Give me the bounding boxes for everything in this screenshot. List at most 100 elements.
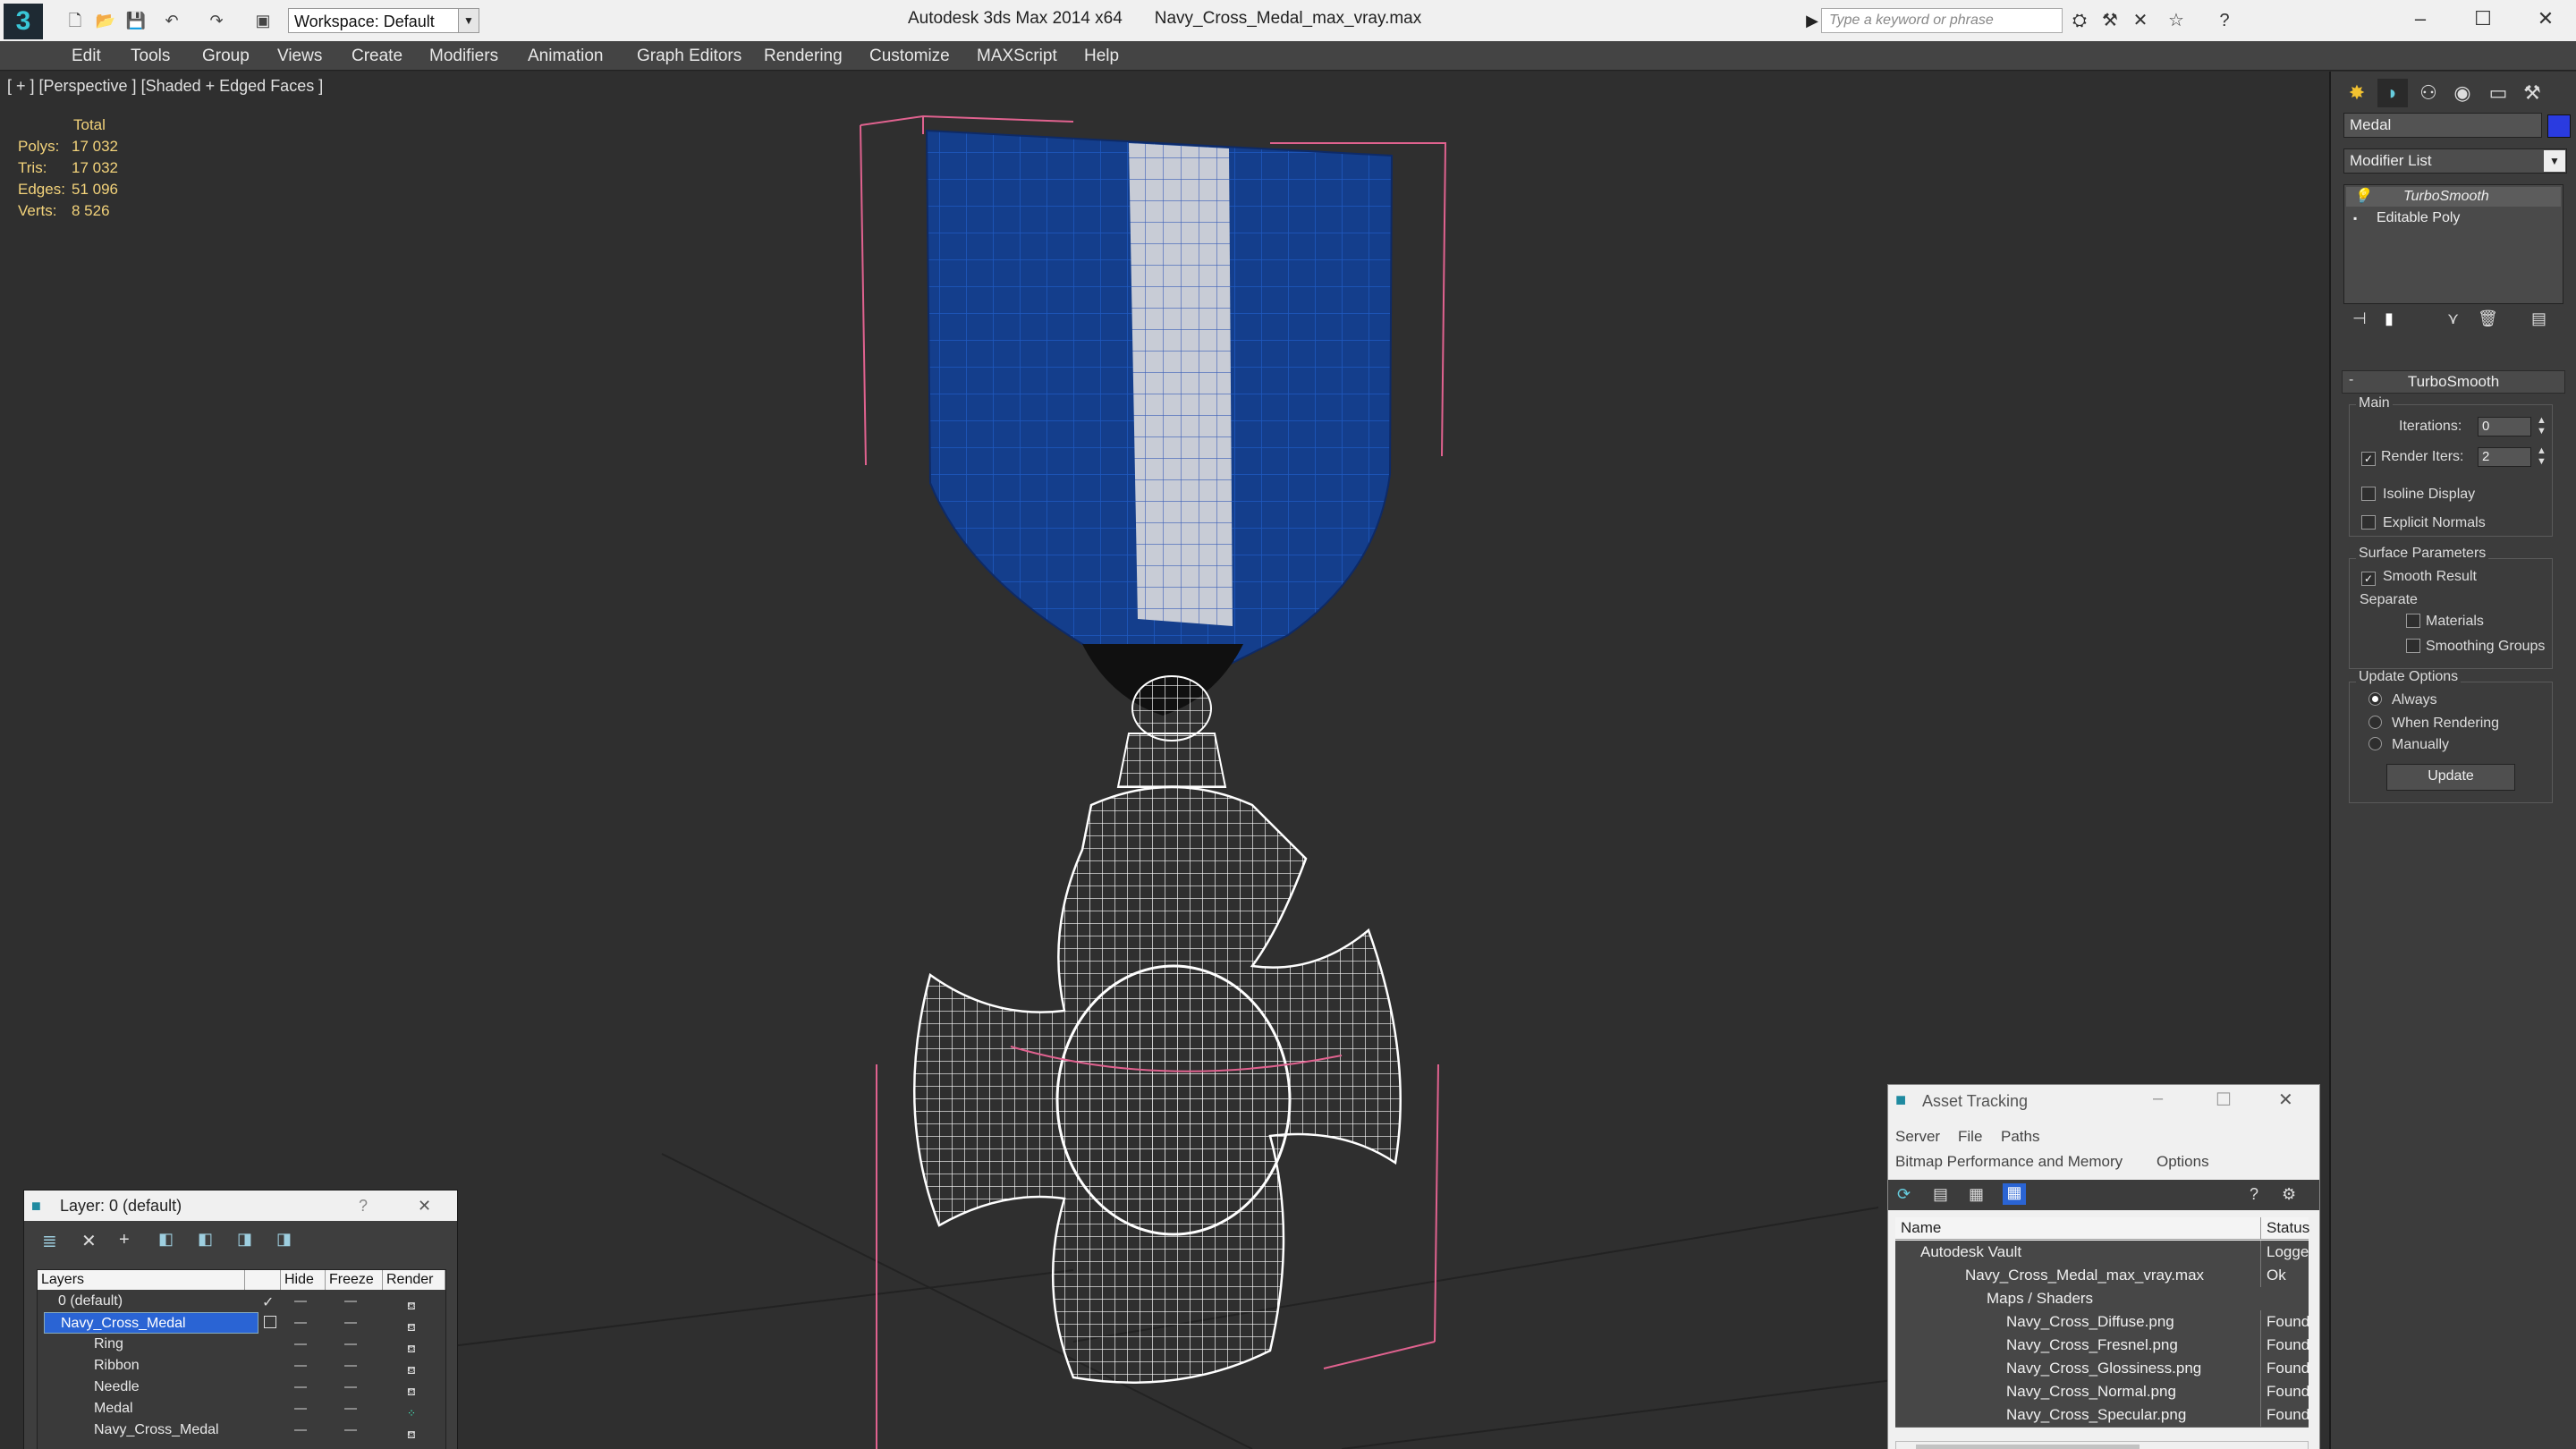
pin-stack-icon[interactable]: ⊣	[2352, 309, 2367, 328]
add-selection-icon[interactable]: +	[119, 1230, 133, 1250]
teapot-icon[interactable]: ⛾	[407, 1360, 421, 1377]
stack-item-editable-poly[interactable]: ▪ Editable Poly	[2346, 208, 2561, 228]
materials-checkbox[interactable]	[2406, 614, 2428, 631]
col-layers[interactable]: Layers	[38, 1270, 245, 1290]
col-status[interactable]: Status	[2260, 1217, 2309, 1239]
layer-row[interactable]: Medal ⁘	[38, 1398, 439, 1419]
asset-menu-options[interactable]: Options	[2157, 1153, 2209, 1171]
menu-create[interactable]: Create	[352, 47, 402, 66]
teapot-icon[interactable]: ⛾	[407, 1381, 421, 1398]
layer-row[interactable]: Needle ⛾	[38, 1377, 439, 1398]
help-icon[interactable]: ?	[2250, 1185, 2258, 1204]
turbosmooth-rollout-title[interactable]: TurboSmooth	[2342, 370, 2565, 394]
render-iters-checkbox[interactable]: ✓	[2361, 449, 2383, 466]
expand-icon[interactable]: ▪	[2353, 208, 2357, 228]
when-rendering-radio[interactable]	[2368, 716, 2389, 732]
menu-animation[interactable]: Animation	[528, 47, 604, 66]
show-end-result-icon[interactable]: ▮	[2385, 309, 2394, 328]
asset-scrollbar[interactable]	[1895, 1441, 2309, 1449]
col-hide[interactable]: Hide	[281, 1270, 326, 1290]
settings-icon[interactable]: ⚙	[2282, 1185, 2296, 1204]
grid-view-icon[interactable]: ▦	[2003, 1183, 2026, 1205]
hide-all-icon[interactable]: ◨	[237, 1230, 252, 1248]
app-logo-icon[interactable]: 3	[4, 4, 43, 39]
menu-edit[interactable]: Edit	[72, 47, 101, 66]
minimize-icon[interactable]: –	[2402, 5, 2438, 32]
iterations-spinner[interactable]: 0	[2478, 417, 2531, 436]
asset-row[interactable]: Maps / Shaders	[1895, 1287, 2309, 1311]
chevron-down-icon[interactable]: ▼	[2544, 150, 2565, 172]
close-icon[interactable]: ✕	[2278, 1089, 2293, 1111]
asset-row[interactable]: Navy_Cross_Glossiness.png Found	[1895, 1357, 2309, 1381]
asset-menu-server[interactable]: Server	[1895, 1128, 1940, 1146]
open-file-icon[interactable]: 📂	[95, 11, 116, 30]
layer-explorer-dialog[interactable]: ■ Layer: 0 (default) ? ✕ ≣ ✕ + ◧ ◧ ◨ ◨ L…	[23, 1190, 458, 1449]
chevron-down-icon[interactable]: ▼	[458, 8, 479, 33]
smooth-result-checkbox[interactable]: ✓	[2361, 569, 2383, 586]
refresh-icon[interactable]: ⟳	[1897, 1185, 1911, 1204]
motion-tab-icon[interactable]: ◉	[2447, 79, 2478, 107]
undo-icon[interactable]: ↶	[161, 11, 182, 30]
close-icon[interactable]: ✕	[2528, 5, 2563, 32]
menu-views[interactable]: Views	[277, 47, 322, 66]
communication-icon[interactable]: ✕	[2129, 10, 2152, 31]
redo-icon[interactable]: ↷	[206, 11, 227, 30]
spinner-arrows-icon[interactable]: ▲ ▼	[2537, 445, 2546, 467]
asset-menu-file[interactable]: File	[1958, 1128, 1982, 1146]
asset-row[interactable]: Navy_Cross_Fresnel.png Found	[1895, 1334, 2309, 1358]
always-radio[interactable]	[2368, 692, 2389, 708]
smoothing-groups-checkbox[interactable]	[2406, 639, 2428, 656]
teapot-icon[interactable]: ⁘	[407, 1402, 421, 1419]
render-iters-spinner[interactable]: 2	[2478, 447, 2531, 467]
layer-row[interactable]: Ribbon ⛾	[38, 1355, 439, 1377]
freeze-all-icon[interactable]: ◨	[276, 1230, 292, 1248]
asset-menu-paths[interactable]: Paths	[2001, 1128, 2039, 1146]
col-render[interactable]: Render	[383, 1270, 445, 1290]
teapot-icon[interactable]: ⛾	[407, 1317, 421, 1334]
object-color-swatch[interactable]	[2547, 114, 2571, 138]
update-button[interactable]: Update	[2386, 764, 2515, 791]
save-icon[interactable]: 💾	[125, 11, 147, 30]
menu-modifiers[interactable]: Modifiers	[429, 47, 498, 66]
asset-menu-bitmap[interactable]: Bitmap Performance and Memory	[1895, 1153, 2123, 1171]
isoline-checkbox[interactable]	[2361, 487, 2383, 504]
layer-row[interactable]: 0 (default) ✓ ⛾	[38, 1291, 439, 1312]
asset-row[interactable]: Autodesk Vault Logged	[1895, 1241, 2318, 1265]
search-expand-icon[interactable]: ▶	[1801, 11, 1823, 30]
configure-sets-icon[interactable]: ▤	[2531, 309, 2546, 328]
binoculars-icon[interactable]: ⛭	[2068, 10, 2091, 31]
checkmark-icon[interactable]: ✓	[262, 1292, 276, 1310]
menu-maxscript[interactable]: MAXScript	[977, 47, 1057, 66]
help-icon[interactable]: ?	[2213, 10, 2236, 31]
maximize-icon[interactable]: ☐	[2216, 1089, 2232, 1111]
modify-tab-icon[interactable]: ◗	[2377, 79, 2408, 107]
list-view-icon[interactable]: ▤	[1933, 1185, 1948, 1204]
search-input[interactable]: Type a keyword or phrase	[1821, 8, 2063, 33]
stack-item-turbosmooth[interactable]: 💡 TurboSmooth	[2346, 187, 2561, 207]
table-view-icon[interactable]: ▦	[1969, 1185, 1984, 1204]
lightbulb-icon[interactable]: 💡	[2353, 187, 2371, 207]
teapot-icon[interactable]: ⛾	[407, 1338, 421, 1355]
asset-tracking-dialog[interactable]: ■ Asset Tracking – ☐ ✕ Server File Paths…	[1887, 1084, 2320, 1449]
current-layer-icon[interactable]	[264, 1316, 276, 1328]
remove-modifier-icon[interactable]: 🗑	[2478, 309, 2498, 328]
new-layer-icon[interactable]: ≣	[42, 1230, 57, 1251]
utilities-tab-icon[interactable]: ⚒	[2517, 79, 2547, 107]
asset-row[interactable]: Navy_Cross_Normal.png Found	[1895, 1380, 2309, 1404]
manually-radio[interactable]	[2368, 737, 2389, 753]
menu-customize[interactable]: Customize	[869, 47, 950, 66]
layer-row[interactable]: Navy_Cross_Medal ⛾	[38, 1312, 439, 1334]
teapot-icon[interactable]: ⛾	[407, 1295, 421, 1312]
hierarchy-tab-icon[interactable]: ⚇	[2413, 79, 2444, 107]
layer-dialog-header[interactable]: ■ Layer: 0 (default) ? ✕	[24, 1191, 457, 1221]
spinner-arrows-icon[interactable]: ▲ ▼	[2537, 415, 2546, 436]
workspace-dropdown[interactable]: Workspace: Default	[288, 8, 479, 33]
perspective-viewport[interactable]: [ + ] [Perspective ] [Shaded + Edged Fac…	[0, 72, 2331, 1449]
new-file-icon[interactable]: 🗋	[64, 11, 86, 30]
col-freeze[interactable]: Freeze	[326, 1270, 383, 1290]
menu-rendering[interactable]: Rendering	[764, 47, 843, 66]
menu-help[interactable]: Help	[1084, 47, 1119, 66]
minimize-icon[interactable]: –	[2153, 1089, 2163, 1109]
close-icon[interactable]: ✕	[418, 1191, 431, 1221]
maximize-icon[interactable]: ☐	[2465, 5, 2501, 32]
